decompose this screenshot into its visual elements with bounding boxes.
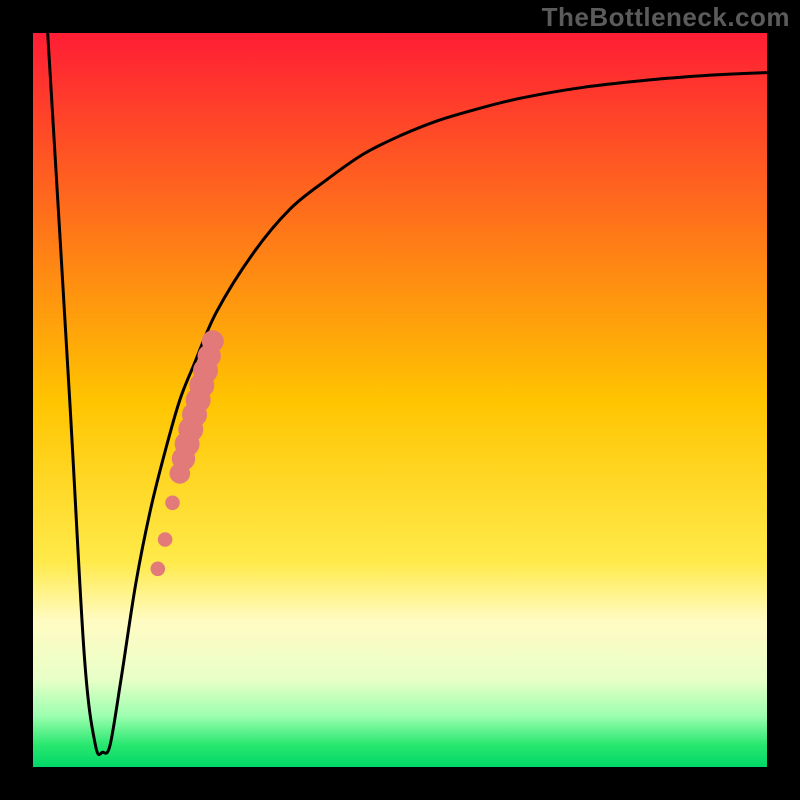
gradient-background — [33, 33, 767, 767]
watermark-text: TheBottleneck.com — [542, 2, 790, 33]
data-marker — [151, 562, 166, 577]
data-marker — [158, 532, 173, 547]
bottleneck-chart — [0, 0, 800, 800]
data-marker — [165, 496, 180, 511]
data-marker — [202, 330, 224, 352]
chart-frame: TheBottleneck.com — [0, 0, 800, 800]
